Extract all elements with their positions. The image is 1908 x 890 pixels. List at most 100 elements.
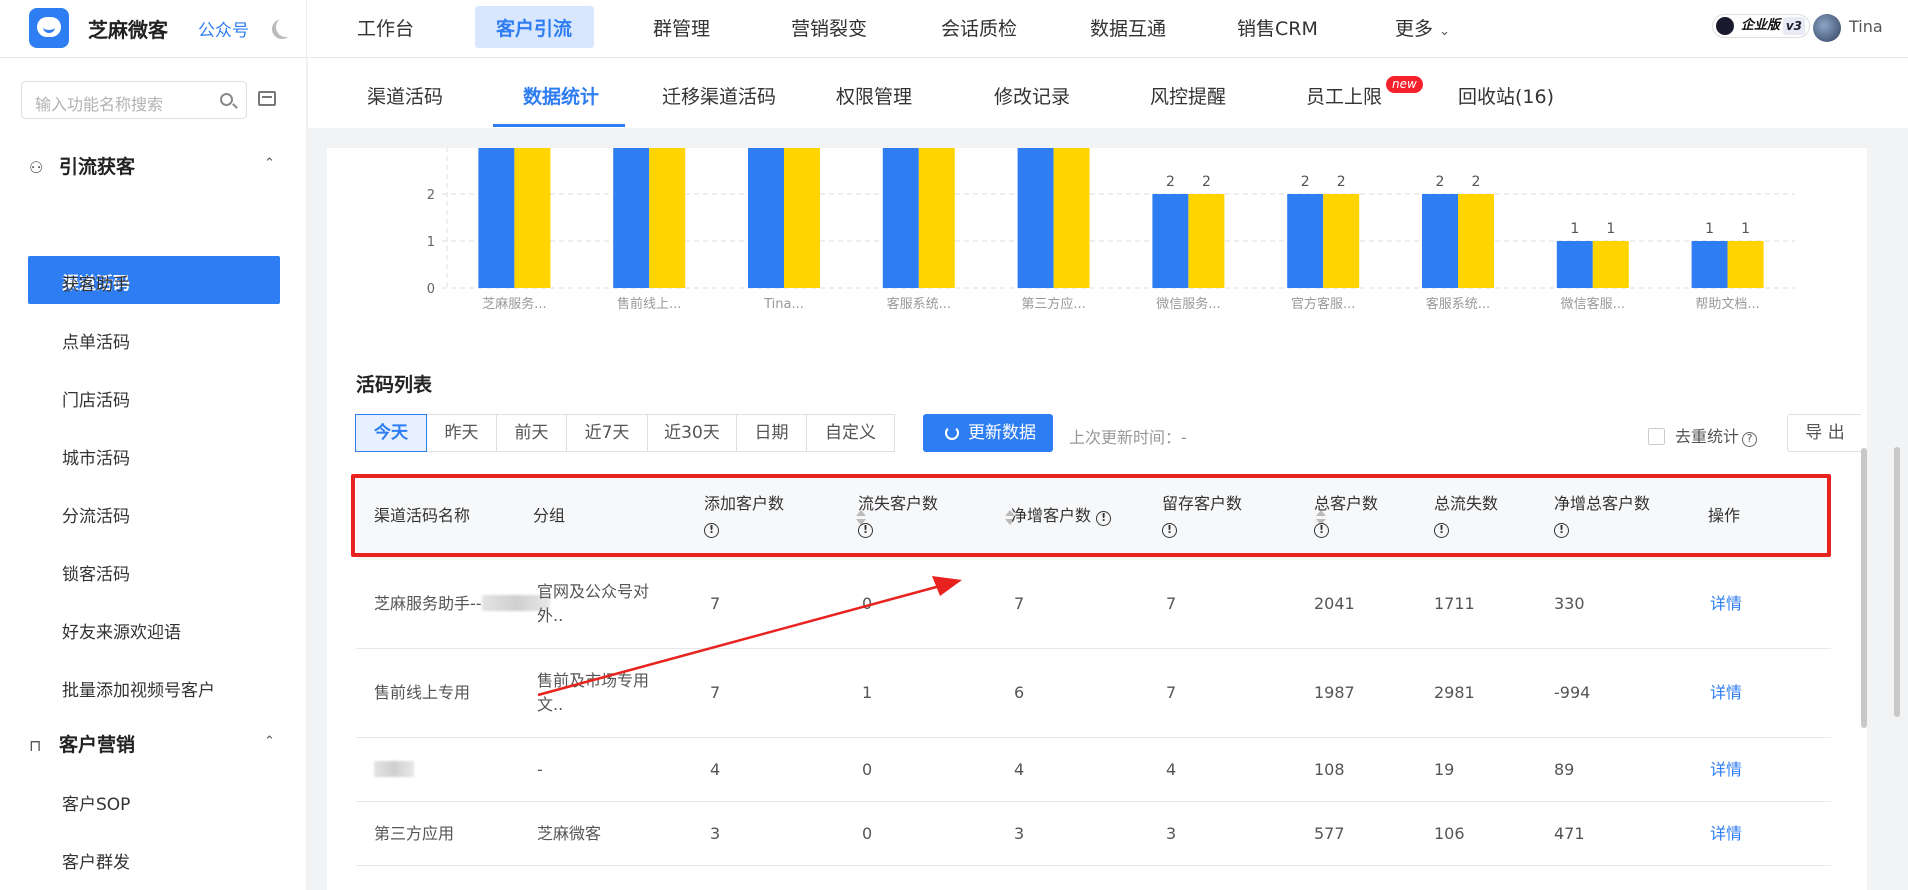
bookmark-icon: ⊓	[29, 736, 42, 755]
sidebar-item-split-qr[interactable]: 分流活码	[62, 502, 130, 527]
cell-total: 108	[1314, 760, 1345, 779]
details-link[interactable]: 详情	[1710, 681, 1742, 705]
tab-migrate-channel-qr[interactable]: 迁移渠道活码	[662, 82, 776, 109]
user-name[interactable]: Tina	[1849, 17, 1883, 36]
bar-chart: 0 1 2 芝麻服务... 售前线上... Tina... 客服系统... 第三方应... 2 2…	[427, 148, 1795, 312]
section-lead-acquisition-label: 引流获客	[59, 156, 136, 178]
active-tab-indicator	[493, 124, 625, 127]
cell-net-total: 330	[1554, 594, 1585, 613]
cell-total-lost: 19	[1434, 760, 1455, 779]
update-data-button[interactable]: 更新数据	[923, 414, 1053, 452]
dedup-checkbox[interactable]	[1648, 428, 1665, 445]
sidebar-item-batch-add-video[interactable]: 批量添加视频号客户	[62, 676, 215, 701]
refresh-icon	[945, 426, 959, 440]
filter-date[interactable]: 日期	[736, 414, 807, 452]
tab-risk-alert[interactable]: 风控提醒	[1150, 82, 1226, 109]
bar-data-label: 2	[1301, 174, 1310, 190]
x-tick-label: 客服系统...	[887, 296, 951, 312]
filter-custom[interactable]: 自定义	[806, 414, 895, 452]
tab-change-log[interactable]: 修改记录	[994, 82, 1070, 109]
cell-total-lost: 1711	[1434, 594, 1475, 613]
chevron-up-icon[interactable]: ⌃	[264, 156, 275, 171]
cell-name-text: 芝麻服务助手--	[374, 594, 482, 613]
cell-group: 售前及市场专用 文..	[537, 669, 649, 717]
nav-data-interop[interactable]: 数据互通	[1090, 14, 1166, 41]
nav-marketing-fission[interactable]: 营销裂变	[791, 14, 867, 41]
tab-recycle-bin[interactable]: 回收站(16)	[1458, 82, 1554, 109]
table-scrollbar[interactable]	[1861, 448, 1867, 728]
cell-total: 1987	[1314, 683, 1355, 702]
cell-total: 2041	[1314, 594, 1355, 613]
chart-bar	[649, 148, 686, 288]
details-link[interactable]: 详情	[1710, 592, 1742, 616]
logo-icon	[29, 8, 69, 48]
bar-data-label: 2	[1202, 174, 1211, 190]
sidebar-item-welcome-message[interactable]: 好友来源欢迎语	[62, 618, 181, 643]
dedup-label: 去重统计	[1675, 427, 1740, 446]
tab-permissions[interactable]: 权限管理	[836, 82, 912, 109]
redacted-text	[374, 761, 414, 777]
tab-channel-qr[interactable]: 渠道活码	[367, 82, 443, 109]
nav-session-qc[interactable]: 会话质检	[941, 14, 1017, 41]
sidebar-item-acquisition-assistant[interactable]: 获客助手	[62, 270, 130, 295]
chart-bar	[1556, 241, 1593, 288]
sidebar-item-order-qr[interactable]: 点单活码	[62, 328, 130, 353]
filter-yesterday[interactable]: 昨天	[426, 414, 497, 452]
cell-group-line2: 外..	[537, 606, 564, 625]
cell-name: 第三方应用	[374, 824, 455, 843]
x-tick-label: 芝麻服务...	[482, 296, 546, 312]
cell-net-total: 471	[1554, 824, 1585, 843]
export-button[interactable]: 导 出	[1787, 414, 1863, 452]
chart-bar	[1422, 194, 1458, 288]
tab-data-stats[interactable]: 数据统计	[523, 82, 599, 109]
details-link[interactable]: 详情	[1710, 822, 1742, 846]
filter-day-before[interactable]: 前天	[496, 414, 567, 452]
search-input[interactable]: 输入功能名称搜索	[21, 81, 247, 119]
last-update-time: 上次更新时间：-	[1069, 428, 1187, 447]
list-title: 活码列表	[356, 374, 433, 396]
cell-retained: 4	[1166, 760, 1177, 779]
table-row: 芝麻服务助手-- 官网及公众号对 外.. 7 0 7 7 2041 1711 33…	[356, 560, 1831, 649]
cell-group: 官网及公众号对 外..	[537, 580, 649, 628]
nav-workbench[interactable]: 工作台	[357, 14, 414, 41]
tab-staff-limit[interactable]: 员工上限	[1306, 82, 1382, 109]
filter-today[interactable]: 今天	[355, 414, 427, 452]
bar-data-label: 2	[1472, 174, 1481, 190]
filter-7days[interactable]: 近7天	[566, 414, 648, 452]
x-tick-label: 微信客服...	[1561, 296, 1625, 312]
sidebar-item-lock-qr[interactable]: 锁客活码	[62, 560, 130, 585]
filter-30days[interactable]: 近30天	[647, 414, 737, 452]
sidebar-item-customer-sop[interactable]: 客户SOP	[62, 790, 130, 815]
nav-customer-acquisition[interactable]: 客户引流	[496, 14, 572, 41]
section-customer-marketing[interactable]: ⊓ 客户营销	[29, 730, 135, 757]
dedup-toggle[interactable]: 去重统计?	[1648, 423, 1758, 447]
details-link[interactable]: 详情	[1710, 758, 1742, 782]
sidebar-item-customer-broadcast[interactable]: 客户群发	[62, 848, 130, 873]
chevron-up-icon[interactable]: ⌃	[264, 734, 275, 749]
nav-more[interactable]: 更多 ⌄	[1395, 14, 1450, 41]
cell-added: 7	[710, 683, 721, 702]
section-lead-acquisition[interactable]: ⚇ 引流获客	[29, 152, 135, 179]
help-icon[interactable]: ?	[1742, 432, 1758, 447]
cell-group: 芝麻微客	[537, 824, 602, 843]
collapse-menu-icon[interactable]	[258, 91, 276, 106]
nav-group-management[interactable]: 群管理	[653, 14, 710, 41]
chart-bar	[1152, 194, 1189, 288]
dark-mode-icon[interactable]	[276, 17, 296, 37]
avatar[interactable]	[1813, 14, 1841, 42]
x-tick-label: Tina...	[763, 297, 804, 312]
bar-data-label: 1	[1606, 221, 1615, 237]
cell-added: 7	[710, 594, 721, 613]
chevron-down-icon: ⌄	[1439, 24, 1450, 39]
official-account-link[interactable]: 公众号	[198, 16, 249, 41]
sidebar-item-city-qr[interactable]: 城市活码	[62, 444, 130, 469]
cell-group-line1: 官网及公众号对	[537, 582, 650, 601]
page-scrollbar[interactable]	[1894, 447, 1900, 717]
search-icon[interactable]	[220, 93, 233, 106]
search-placeholder: 输入功能名称搜索	[35, 95, 164, 114]
bar-data-label: 2	[1337, 174, 1346, 190]
nav-sales-crm[interactable]: 销售CRM	[1237, 14, 1318, 41]
sidebar-item-store-qr[interactable]: 门店活码	[62, 386, 130, 411]
cell-lost: 1	[862, 683, 873, 702]
user-plus-icon: ⚇	[29, 158, 44, 177]
